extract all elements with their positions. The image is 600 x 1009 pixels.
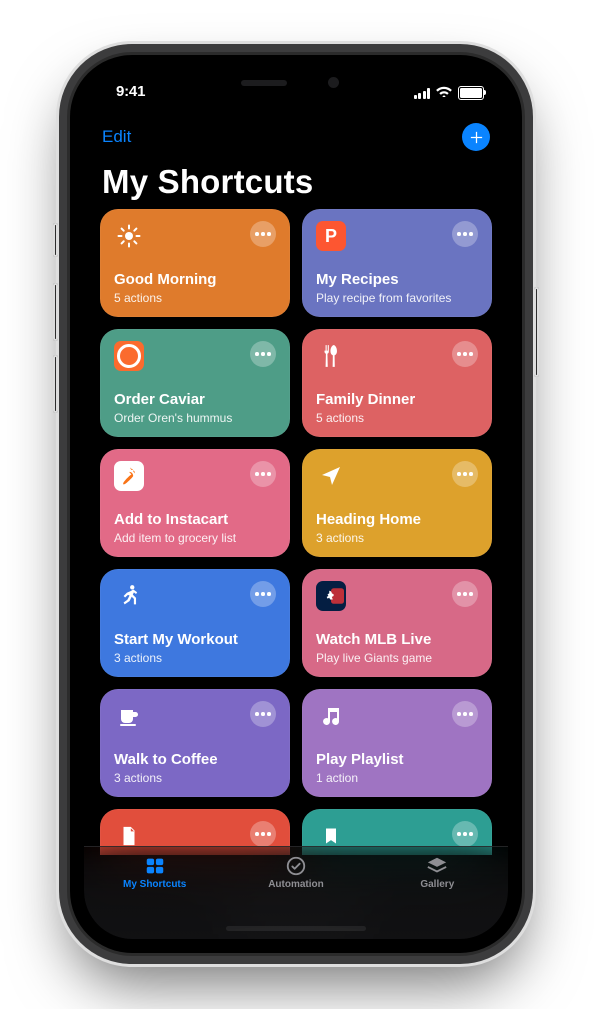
card-more-button[interactable]	[452, 221, 478, 247]
shortcut-subtitle: 3 actions	[114, 651, 276, 665]
tab-label: Gallery	[420, 879, 454, 890]
shortcut-subtitle: 3 actions	[316, 531, 478, 545]
shortcut-title: Watch MLB Live	[316, 631, 478, 649]
tab-bar: My Shortcuts Automation Gallery	[84, 846, 508, 939]
shortcut-scroll[interactable]: Good Morning 5 actions P My Recipes Play…	[84, 209, 508, 855]
shortcut-card[interactable]: Start My Workout 3 actions	[100, 569, 290, 677]
tab-automation[interactable]: Automation	[246, 855, 346, 890]
card-more-button[interactable]	[250, 461, 276, 487]
edit-button[interactable]: Edit	[102, 127, 131, 147]
runner-icon	[114, 581, 144, 611]
card-more-button[interactable]	[452, 821, 478, 847]
shortcut-card[interactable]: Walk to Coffee 3 actions	[100, 689, 290, 797]
music-icon	[316, 701, 346, 731]
tab-label: Automation	[268, 879, 324, 890]
cellular-icon	[414, 88, 431, 99]
C-icon	[114, 341, 144, 371]
card-more-button[interactable]	[250, 341, 276, 367]
shortcut-card[interactable]: Add to Instacart Add item to grocery lis…	[100, 449, 290, 557]
shortcut-title: Good Morning	[114, 271, 276, 289]
check-circle-icon	[283, 855, 309, 877]
shortcut-title: My Recipes	[316, 271, 478, 289]
shortcut-subtitle: 1 action	[316, 771, 478, 785]
volume-down-button	[53, 355, 58, 413]
shortcut-card[interactable]: Heading Home 3 actions	[302, 449, 492, 557]
battery-icon	[458, 86, 484, 100]
side-button	[534, 287, 539, 377]
shortcut-card[interactable]: Play Playlist 1 action	[302, 689, 492, 797]
mlb-icon	[316, 581, 346, 611]
shortcut-card[interactable]: Order Caviar Order Oren's hummus	[100, 329, 290, 437]
notch	[197, 69, 395, 97]
shortcut-title: Heading Home	[316, 511, 478, 529]
shortcut-title: Add to Instacart	[114, 511, 276, 529]
shortcut-grid: Good Morning 5 actions P My Recipes Play…	[84, 209, 508, 855]
card-more-button[interactable]	[452, 461, 478, 487]
shortcut-subtitle: Order Oren's hummus	[114, 411, 276, 425]
stack-icon	[424, 855, 450, 877]
page-title: My Shortcuts	[102, 163, 490, 201]
tiles-icon	[142, 855, 168, 877]
wifi-icon	[436, 84, 452, 102]
add-shortcut-button[interactable]	[462, 123, 490, 151]
shortcut-subtitle: Play live Giants game	[316, 651, 478, 665]
carrot-icon	[114, 461, 144, 491]
shortcut-subtitle: Play recipe from favorites	[316, 291, 478, 305]
nav-bar: Edit	[84, 115, 508, 159]
knife-fork-icon	[316, 341, 346, 371]
screen: 9:41 Edit My Shortcuts Good Morn	[84, 69, 508, 939]
status-time: 9:41	[116, 83, 145, 100]
shortcut-card[interactable]: Good Morning 5 actions	[100, 209, 290, 317]
shortcut-card[interactable]: P My Recipes Play recipe from favorites	[302, 209, 492, 317]
shortcut-title: Start My Workout	[114, 631, 276, 649]
shortcut-title: Play Playlist	[316, 751, 478, 769]
nav-arrow-icon	[316, 461, 346, 491]
card-more-button[interactable]	[452, 581, 478, 607]
mug-icon	[114, 701, 144, 731]
card-more-button[interactable]	[250, 221, 276, 247]
shortcut-subtitle: 5 actions	[316, 411, 478, 425]
volume-up-button	[53, 283, 58, 341]
mute-switch	[53, 223, 58, 257]
shortcut-card[interactable]: Family Dinner 5 actions	[302, 329, 492, 437]
card-more-button[interactable]	[452, 701, 478, 727]
sun-icon	[114, 221, 144, 251]
shortcut-subtitle: 3 actions	[114, 771, 276, 785]
status-indicators	[414, 84, 485, 102]
tab-gallery[interactable]: Gallery	[387, 855, 487, 890]
shortcut-card[interactable]: Watch MLB Live Play live Giants game	[302, 569, 492, 677]
shortcut-title: Family Dinner	[316, 391, 478, 409]
shortcut-subtitle: Add item to grocery list	[114, 531, 276, 545]
card-more-button[interactable]	[250, 581, 276, 607]
phone-frame: 9:41 Edit My Shortcuts Good Morn	[70, 55, 522, 953]
tab-label: My Shortcuts	[123, 879, 186, 890]
P-icon: P	[316, 221, 346, 251]
shortcut-subtitle: 5 actions	[114, 291, 276, 305]
card-more-button[interactable]	[250, 821, 276, 847]
tab-my-shortcuts[interactable]: My Shortcuts	[105, 855, 205, 890]
card-more-button[interactable]	[250, 701, 276, 727]
shortcut-title: Walk to Coffee	[114, 751, 276, 769]
shortcut-title: Order Caviar	[114, 391, 276, 409]
card-more-button[interactable]	[452, 341, 478, 367]
